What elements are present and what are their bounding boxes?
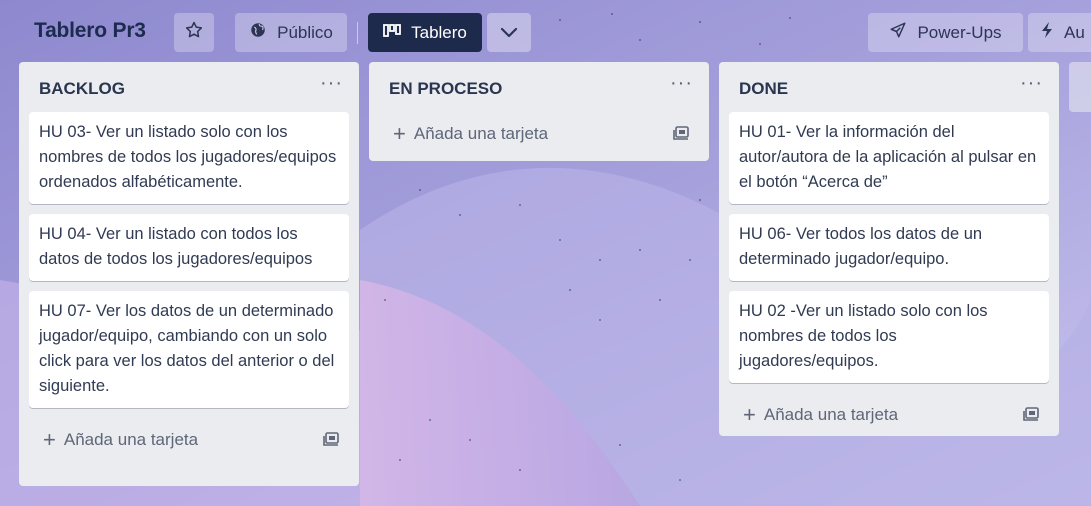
plus-icon: + — [43, 427, 56, 452]
visibility-label: Público — [277, 22, 333, 42]
board-icon — [383, 23, 402, 43]
list-en-proceso[interactable]: EN PROCESO ··· + Añada una tarjeta — [369, 62, 709, 161]
chevron-down-icon — [500, 23, 518, 43]
list-header: DONE ··· — [719, 62, 1059, 112]
card[interactable]: HU 06- Ver todos los datos de un determi… — [729, 214, 1049, 281]
plus-icon: + — [393, 121, 406, 146]
lightning-icon — [1040, 21, 1054, 44]
add-card-label: Añada una tarjeta — [413, 124, 549, 143]
card-template-icon[interactable] — [1023, 406, 1041, 427]
list-done[interactable]: DONE ··· HU 01- Ver la información del a… — [719, 62, 1059, 436]
ellipsis-icon[interactable]: ··· — [1020, 72, 1043, 95]
card[interactable]: HU 01- Ver la información del autor/auto… — [729, 112, 1049, 204]
list-backlog[interactable]: BACKLOG ··· HU 03- Ver un listado solo c… — [19, 62, 359, 486]
visibility-button[interactable]: Público — [235, 13, 347, 52]
add-card-button[interactable]: + Añada una tarjeta — [719, 393, 1059, 437]
card[interactable]: HU 04- Ver un listado con todos los dato… — [29, 214, 349, 281]
powerups-button[interactable]: Power-Ups — [868, 13, 1023, 52]
add-card-label: Añada una tarjeta — [63, 430, 199, 449]
list-title[interactable]: DONE — [739, 79, 788, 99]
ellipsis-icon[interactable]: ··· — [670, 72, 693, 95]
card[interactable]: HU 02 -Ver un listado solo con los nombr… — [729, 291, 1049, 383]
automation-label: Au — [1064, 22, 1085, 42]
next-list-edge[interactable] — [1069, 62, 1091, 112]
ellipsis-icon[interactable]: ··· — [320, 72, 343, 95]
card-template-icon[interactable] — [323, 431, 341, 452]
add-card-label: Añada una tarjeta — [763, 405, 899, 424]
globe-icon — [249, 21, 267, 44]
board-header: Tablero Pr3 Público Tablero Power-Ups Au — [0, 0, 1091, 64]
star-button[interactable] — [174, 13, 214, 52]
card[interactable]: HU 07- Ver los datos de un determinado j… — [29, 291, 349, 408]
list-title[interactable]: EN PROCESO — [389, 79, 502, 99]
list-header: BACKLOG ··· — [19, 62, 359, 112]
board-title[interactable]: Tablero Pr3 — [34, 19, 146, 43]
view-dropdown-button[interactable] — [487, 13, 531, 52]
view-switch-button[interactable]: Tablero — [368, 13, 482, 52]
star-icon — [184, 20, 204, 45]
view-label: Tablero — [411, 22, 467, 42]
automation-button[interactable]: Au — [1028, 13, 1091, 52]
add-card-button[interactable]: + Añada una tarjeta — [369, 112, 709, 156]
list-header: EN PROCESO ··· — [369, 62, 709, 112]
card[interactable]: HU 03- Ver un listado solo con los nombr… — [29, 112, 349, 204]
rocket-icon — [889, 21, 907, 44]
add-card-button[interactable]: + Añada una tarjeta — [19, 418, 359, 462]
list-title[interactable]: BACKLOG — [39, 79, 125, 99]
header-divider — [357, 22, 358, 44]
card-template-icon[interactable] — [673, 125, 691, 146]
powerups-label: Power-Ups — [917, 22, 1002, 42]
plus-icon: + — [743, 402, 756, 427]
